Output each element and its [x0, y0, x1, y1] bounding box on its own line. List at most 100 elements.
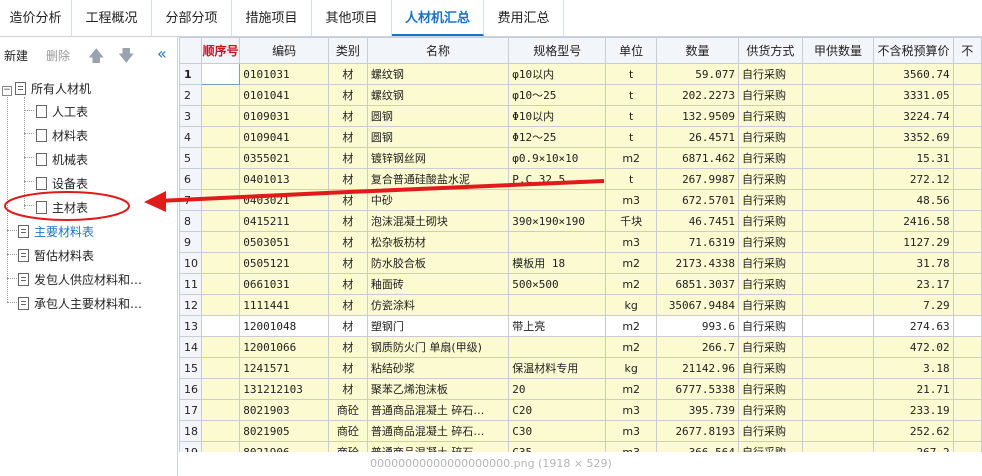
- code-cell[interactable]: 0503051: [239, 231, 329, 253]
- header-code[interactable]: 编码: [239, 37, 329, 64]
- table-row[interactable]: 5 0355021 材镀锌钢丝网 φ0.9×10×10 m2 6871.462 自行采购 15…: [179, 147, 982, 169]
- price-cell[interactable]: 274.63: [873, 315, 954, 337]
- unit-cell[interactable]: m3: [605, 420, 657, 442]
- price-cell[interactable]: 272.12: [873, 168, 954, 190]
- table-row[interactable]: 4 0109041 材圆钢 Φ12～25 t 26.4571 自行采购 3352.69: [179, 126, 982, 148]
- table-row[interactable]: 1 0101031 材螺纹钢 φ10以内 t 59.077 自行采购 3560.74: [179, 63, 982, 85]
- seq-cell[interactable]: [200, 105, 241, 127]
- code-cell[interactable]: 8021905: [239, 420, 329, 442]
- name-cell[interactable]: 防水胶合板: [366, 252, 510, 274]
- price-cell[interactable]: 3.18: [873, 357, 954, 379]
- spec-cell[interactable]: 带上亮: [508, 315, 607, 337]
- more-cell[interactable]: [952, 231, 982, 253]
- spec-cell[interactable]: 500×500: [508, 273, 607, 295]
- code-cell[interactable]: 0505121: [239, 252, 329, 274]
- spec-cell[interactable]: φ10以内: [508, 63, 607, 85]
- supply-mode-cell[interactable]: 自行采购: [738, 420, 803, 442]
- tree-item-equipment[interactable]: 设备表: [36, 175, 88, 192]
- quantity-cell[interactable]: 672.5701: [655, 189, 740, 211]
- spec-cell[interactable]: [508, 189, 607, 211]
- category-cell[interactable]: 材: [327, 126, 368, 148]
- unit-cell[interactable]: t: [605, 63, 657, 85]
- seq-cell[interactable]: [200, 126, 241, 148]
- quantity-cell[interactable]: 6777.5338: [655, 378, 740, 400]
- owner-qty-cell[interactable]: [801, 105, 875, 127]
- seq-cell[interactable]: [200, 420, 241, 442]
- supply-mode-cell[interactable]: 自行采购: [738, 378, 803, 400]
- owner-qty-cell[interactable]: [801, 189, 875, 211]
- owner-qty-cell[interactable]: [801, 294, 875, 316]
- category-cell[interactable]: 材: [327, 294, 368, 316]
- category-cell[interactable]: 材: [327, 336, 368, 358]
- quantity-cell[interactable]: 395.739: [655, 399, 740, 421]
- category-cell[interactable]: 材: [327, 231, 368, 253]
- name-cell[interactable]: 螺纹钢: [366, 63, 510, 85]
- price-cell[interactable]: 472.02: [873, 336, 954, 358]
- unit-cell[interactable]: m2: [605, 336, 657, 358]
- price-cell[interactable]: 15.31: [873, 147, 954, 169]
- price-cell[interactable]: 3352.69: [873, 126, 954, 148]
- category-cell[interactable]: 材: [327, 147, 368, 169]
- category-cell[interactable]: 商砼: [327, 399, 368, 421]
- quantity-cell[interactable]: 132.9509: [655, 105, 740, 127]
- tree-item-all[interactable]: − 所有人材机: [2, 80, 91, 97]
- seq-cell[interactable]: [200, 168, 241, 190]
- header-price-excl-tax[interactable]: 不含税预算价: [873, 37, 954, 64]
- quantity-cell[interactable]: 2173.4338: [655, 252, 740, 274]
- category-cell[interactable]: 材: [327, 252, 368, 274]
- category-cell[interactable]: 材: [327, 168, 368, 190]
- supply-mode-cell[interactable]: 自行采购: [738, 252, 803, 274]
- table-row[interactable]: 8 0415211 材泡沫混凝土砌块 390×190×190 千块 46.7451 自行采购…: [179, 210, 982, 232]
- unit-cell[interactable]: m3: [605, 231, 657, 253]
- table-row[interactable]: 12 1111441 材仿瓷涂料 kg 35067.9484 自行采购 7.29: [179, 294, 982, 316]
- seq-cell[interactable]: [200, 336, 241, 358]
- name-cell[interactable]: 塑钢门: [366, 315, 510, 337]
- unit-cell[interactable]: m2: [605, 252, 657, 274]
- tree-item-machinery[interactable]: 机械表: [36, 151, 88, 168]
- unit-cell[interactable]: m3: [605, 441, 657, 452]
- quantity-cell[interactable]: 993.6: [655, 315, 740, 337]
- tab-cost-analysis[interactable]: 造价分析: [0, 0, 72, 36]
- quantity-cell[interactable]: 267.9987: [655, 168, 740, 190]
- owner-qty-cell[interactable]: [801, 399, 875, 421]
- code-cell[interactable]: 0401013: [239, 168, 329, 190]
- unit-cell[interactable]: m3: [605, 399, 657, 421]
- more-cell[interactable]: [952, 273, 982, 295]
- table-row[interactable]: 7 0403021 材中砂 m3 672.5701 自行采购 48.56: [179, 189, 982, 211]
- table-row[interactable]: 9 0503051 材松杂板枋材 m3 71.6319 自行采购 1127.29: [179, 231, 982, 253]
- name-cell[interactable]: 松杂板枋材: [366, 231, 510, 253]
- quantity-cell[interactable]: 266.7: [655, 336, 740, 358]
- header-unit[interactable]: 单位: [605, 37, 657, 64]
- more-cell[interactable]: [952, 126, 982, 148]
- tab-sub-items[interactable]: 分部分项: [152, 0, 232, 36]
- owner-qty-cell[interactable]: [801, 252, 875, 274]
- spec-cell[interactable]: [508, 231, 607, 253]
- code-cell[interactable]: 1241571: [239, 357, 329, 379]
- name-cell[interactable]: 粘结砂浆: [366, 357, 510, 379]
- more-cell[interactable]: [952, 147, 982, 169]
- header-category[interactable]: 类别: [327, 37, 368, 64]
- tab-other-items[interactable]: 其他项目: [312, 0, 392, 36]
- seq-cell[interactable]: [200, 441, 241, 452]
- name-cell[interactable]: 泡沫混凝土砌块: [366, 210, 510, 232]
- quantity-cell[interactable]: 26.4571: [655, 126, 740, 148]
- supply-mode-cell[interactable]: 自行采购: [738, 336, 803, 358]
- category-cell[interactable]: 商砼: [327, 441, 368, 452]
- owner-qty-cell[interactable]: [801, 168, 875, 190]
- table-row[interactable]: 14 12001066 材钢质防火门 单扇(甲级) m2 266.7 自行采购 472.02: [179, 336, 982, 358]
- category-cell[interactable]: 商砼: [327, 420, 368, 442]
- unit-cell[interactable]: kg: [605, 294, 657, 316]
- quantity-cell[interactable]: 59.077: [655, 63, 740, 85]
- supply-mode-cell[interactable]: 自行采购: [738, 168, 803, 190]
- spec-cell[interactable]: 保温材料专用: [508, 357, 607, 379]
- owner-qty-cell[interactable]: [801, 357, 875, 379]
- double-chevron-left-icon[interactable]: «: [157, 44, 167, 63]
- owner-qty-cell[interactable]: [801, 84, 875, 106]
- tree-item-employer-supplied[interactable]: 发包人供应材料和…: [18, 271, 142, 288]
- price-cell[interactable]: 3560.74: [873, 63, 954, 85]
- seq-cell[interactable]: [200, 357, 241, 379]
- delete-button[interactable]: 删除: [46, 47, 70, 64]
- owner-qty-cell[interactable]: [801, 441, 875, 452]
- arrow-down-icon[interactable]: 🡇: [118, 45, 134, 72]
- seq-cell[interactable]: [200, 84, 241, 106]
